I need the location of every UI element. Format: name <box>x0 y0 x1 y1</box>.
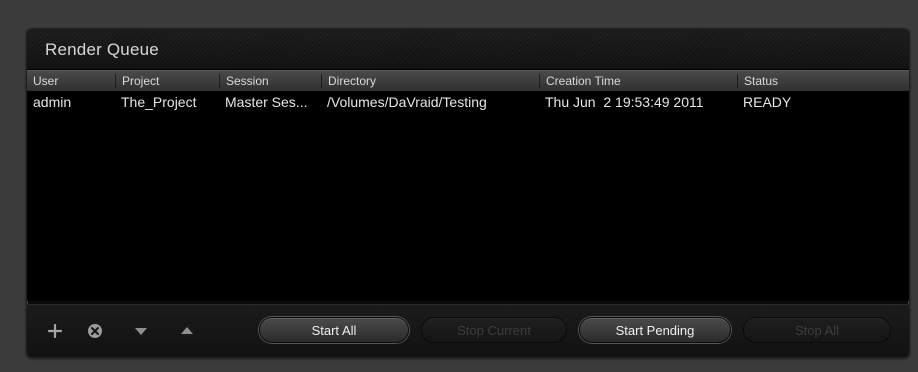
stop-all-button[interactable]: Stop All <box>743 317 891 343</box>
cell-creation-time: Thu Jun 2 19:53:49 2011 <box>545 94 704 110</box>
cell-project: The_Project <box>121 94 197 110</box>
start-pending-button[interactable]: Start Pending <box>579 317 731 343</box>
panel-titlebar: Render Queue <box>27 29 909 70</box>
start-all-button[interactable]: Start All <box>259 317 409 343</box>
stop-current-button[interactable]: Stop Current <box>421 317 567 343</box>
cell-directory: /Volumes/DaVraid/Testing <box>327 94 487 110</box>
move-up-icon[interactable] <box>175 319 199 343</box>
move-down-icon[interactable] <box>129 319 153 343</box>
table-header: User Project Session Directory Creation … <box>27 70 909 92</box>
panel-title: Render Queue <box>45 40 159 59</box>
remove-circle-icon[interactable] <box>83 319 107 343</box>
column-header-directory[interactable]: Directory <box>321 74 539 88</box>
add-icon[interactable] <box>43 319 67 343</box>
column-header-session[interactable]: Session <box>219 74 321 88</box>
table-row[interactable]: admin The_Project Master Ses... /Volumes… <box>27 91 909 111</box>
column-header-creation-time[interactable]: Creation Time <box>539 74 737 88</box>
cell-user: admin <box>33 94 72 110</box>
render-queue-panel: Render Queue User Project Session Direct… <box>26 28 910 358</box>
cell-status: READY <box>743 94 792 110</box>
table-body: admin The_Project Master Ses... /Volumes… <box>27 91 909 301</box>
column-header-user[interactable]: User <box>27 74 115 88</box>
column-header-project[interactable]: Project <box>115 74 219 88</box>
render-queue-toolbar: Start All Stop Current Start Pending Sto… <box>27 304 909 357</box>
cell-session: Master Ses... <box>225 94 308 110</box>
column-header-status[interactable]: Status <box>737 74 909 88</box>
